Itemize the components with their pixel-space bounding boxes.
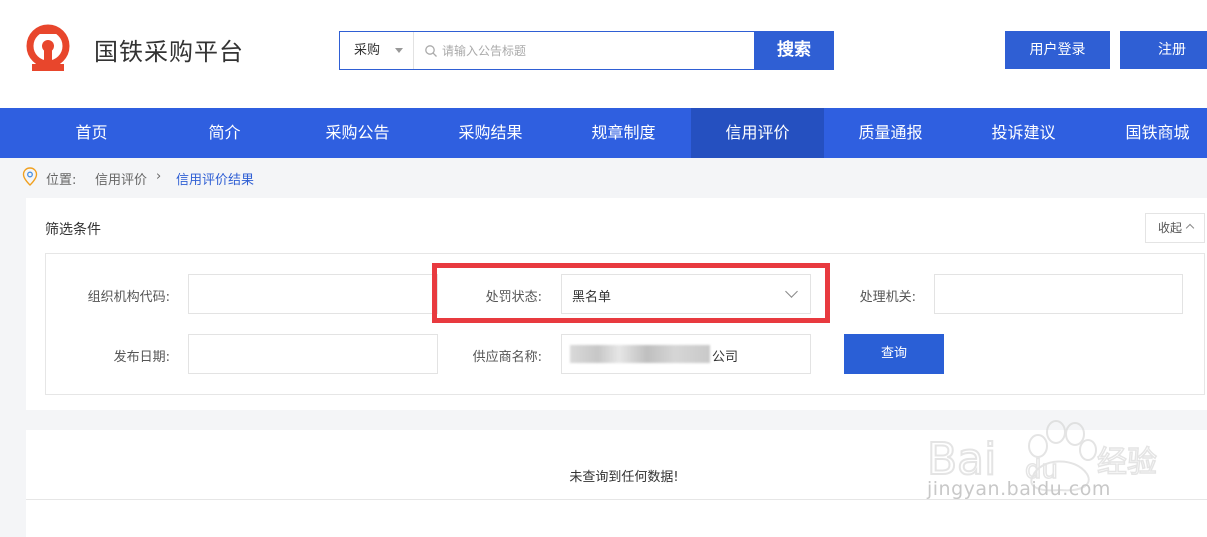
search-category-select[interactable]: 采购: [340, 32, 414, 69]
org-code-label: 组织机构代码:: [87, 290, 170, 305]
publish-date-label: 发布日期:: [113, 350, 170, 365]
search-icon: [425, 45, 437, 57]
breadcrumb-separator-icon: ›: [156, 169, 162, 184]
publish-date-field[interactable]: [188, 334, 438, 374]
chevron-up-icon: [1185, 223, 1195, 233]
nav-item-credit-evaluation[interactable]: 信用评价: [691, 108, 824, 158]
nav-item-complaints[interactable]: 投诉建议: [957, 108, 1090, 158]
org-code-field[interactable]: [188, 274, 438, 314]
search-button[interactable]: 搜索: [754, 31, 834, 70]
org-code-input[interactable]: [189, 275, 437, 313]
collapse-button[interactable]: 收起: [1145, 213, 1205, 243]
collapse-label: 收起: [1158, 221, 1183, 235]
highlight-box: [432, 263, 830, 323]
nav-item-mall[interactable]: 国铁商城: [1091, 108, 1207, 158]
publish-date-input[interactable]: [189, 335, 437, 373]
breadcrumb-label: 位置:: [46, 173, 77, 188]
nav-item-procurement-notices[interactable]: 采购公告: [291, 108, 424, 158]
svg-text:经验: 经验: [1097, 445, 1157, 480]
railway-logo-icon[interactable]: [24, 24, 72, 74]
nav-item-home[interactable]: 首页: [25, 108, 158, 158]
filter-title: 筛选条件: [45, 222, 101, 238]
breadcrumb: 位置: 信用评价 › 信用评价结果: [22, 166, 282, 188]
breadcrumb-parent[interactable]: 信用评价: [95, 169, 147, 188]
nav-item-procurement-results[interactable]: 采购结果: [424, 108, 557, 158]
nav-item-intro[interactable]: 简介: [158, 108, 291, 158]
search-category-label: 采购: [354, 43, 381, 58]
main-nav: 首页 简介 采购公告 采购结果 规章制度 信用评价 质量通报 投诉建议 国铁商城: [0, 108, 1207, 158]
search-box: 采购: [339, 31, 755, 70]
supplier-field[interactable]: 公司: [561, 334, 811, 374]
baidu-watermark-icon: Bai du 经验: [926, 420, 1158, 492]
register-button[interactable]: 注册: [1120, 31, 1207, 69]
query-button[interactable]: 查询: [844, 334, 944, 374]
watermark-text: jingyan.baidu.com: [927, 478, 1111, 500]
breadcrumb-current: 信用评价结果: [176, 173, 255, 188]
search-input[interactable]: [442, 32, 742, 69]
nav-item-quality-reports[interactable]: 质量通报: [824, 108, 957, 158]
caret-down-icon: [395, 48, 403, 53]
location-pin-icon: [22, 167, 38, 186]
authority-input[interactable]: [935, 275, 1182, 313]
site-name[interactable]: 国铁采购平台: [94, 32, 244, 67]
login-button[interactable]: 用户登录: [1005, 31, 1110, 69]
redacted-text: [570, 345, 710, 363]
authority-label: 处理机关:: [859, 290, 916, 305]
supplier-value-suffix: 公司: [712, 350, 739, 365]
nav-item-regulations[interactable]: 规章制度: [557, 108, 690, 158]
authority-field[interactable]: [934, 274, 1183, 314]
supplier-label: 供应商名称:: [472, 350, 542, 365]
